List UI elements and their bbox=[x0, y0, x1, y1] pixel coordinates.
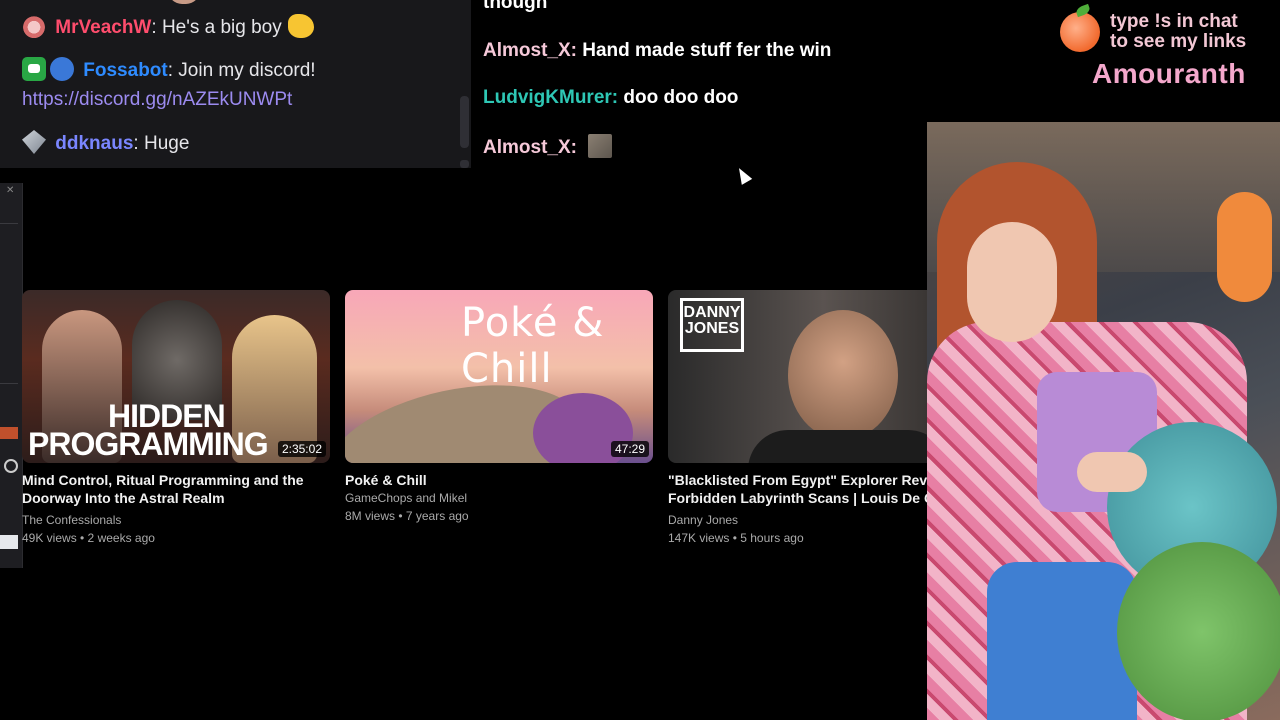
plush-toy bbox=[1217, 192, 1272, 302]
video-title[interactable]: Poké & Chill bbox=[345, 471, 653, 489]
video-duration: 2:35:02 bbox=[277, 441, 326, 457]
video-duration: 47:29 bbox=[610, 441, 649, 457]
chat-username[interactable]: Almost_X: bbox=[483, 137, 577, 158]
chat-text: doo doo doo bbox=[623, 87, 739, 108]
chat-username[interactable]: ddknaus bbox=[55, 133, 133, 154]
chat-message: ddknaus: Huge bbox=[22, 130, 189, 156]
side-panel-strip[interactable]: ✕ bbox=[0, 183, 23, 568]
divider bbox=[0, 223, 18, 224]
video-title-line2[interactable]: Forbidden Labyrinth Scans | Louis De C bbox=[668, 489, 927, 507]
promo-text-line2: to see my links bbox=[1110, 31, 1247, 52]
video-title[interactable]: "Blacklisted From Egypt" Explorer Reve bbox=[668, 471, 927, 489]
chat-text: though bbox=[483, 0, 548, 13]
chat-colon: : bbox=[133, 133, 144, 154]
left-chat-panel: MrVeachW: He's a big boy Fossabot: Join … bbox=[0, 0, 471, 168]
thumbnail-person bbox=[788, 310, 898, 440]
gear-icon[interactable] bbox=[4, 459, 18, 473]
wolf-badge-icon bbox=[22, 14, 46, 38]
chat-username[interactable]: MrVeachW bbox=[55, 17, 151, 38]
channel-logo: DANNY JONES bbox=[680, 298, 744, 352]
crochet-green bbox=[1117, 542, 1280, 720]
gem-badge-icon bbox=[22, 130, 46, 154]
chat-message: Almost_X: Hand made stuff fer the win bbox=[483, 40, 831, 62]
streamer-hand bbox=[1077, 452, 1147, 492]
chat-message: though bbox=[483, 0, 547, 14]
panel-button[interactable] bbox=[0, 535, 18, 549]
emote-image bbox=[588, 134, 613, 158]
video-card[interactable]: DANNY JONES "Blacklisted From Egypt" Exp… bbox=[668, 290, 927, 547]
thumbnail-text: PROGRAMMING bbox=[28, 426, 269, 462]
chat-scrollbar[interactable] bbox=[460, 96, 469, 148]
chat-message: Almost_X: bbox=[483, 134, 613, 159]
discord-link[interactable]: https://discord.gg/nAZEkUNWPt bbox=[22, 89, 292, 110]
video-card[interactable]: HIDDEN PROGRAMMING 2:35:02 Mind Control,… bbox=[22, 290, 330, 547]
chat-message: Fossabot: Join my discord! bbox=[22, 57, 316, 83]
chat-text: Huge bbox=[143, 133, 190, 154]
divider bbox=[0, 383, 18, 384]
streamer-face bbox=[967, 222, 1057, 342]
video-channel[interactable]: Danny Jones bbox=[668, 511, 927, 529]
video-thumbnail[interactable]: DANNY JONES bbox=[668, 290, 927, 463]
chat-message: MrVeachW: He's a big boy bbox=[22, 14, 314, 40]
avatar bbox=[168, 0, 200, 4]
cloud-badge-icon bbox=[50, 57, 74, 81]
record-indicator bbox=[0, 427, 18, 439]
chat-text: Join my discord! bbox=[178, 60, 316, 81]
streamer-name: Amouranth bbox=[1092, 58, 1246, 89]
video-channel[interactable]: GameChops and Mikel bbox=[345, 489, 653, 507]
chat-colon: : bbox=[167, 60, 179, 81]
video-channel[interactable]: The Confessionals bbox=[22, 511, 330, 529]
chat-username[interactable]: Almost_X: bbox=[483, 40, 577, 61]
thumbnail-person-body bbox=[748, 430, 927, 463]
close-icon[interactable]: ✕ bbox=[6, 185, 14, 196]
video-title[interactable]: Mind Control, Ritual Programming and the bbox=[22, 471, 330, 489]
center-chat-panel: though Almost_X: Hand made stuff fer the… bbox=[471, 0, 927, 175]
webcam-feed bbox=[927, 122, 1280, 720]
video-meta: 147K views • 5 hours ago bbox=[668, 531, 804, 545]
chat-message: LudvigKMurer: doo doo doo bbox=[483, 87, 738, 109]
chat-text: Hand made stuff fer the win bbox=[582, 40, 832, 61]
chat-colon: : bbox=[151, 17, 162, 38]
flexed-biceps-icon bbox=[287, 14, 314, 38]
bot-badge-icon bbox=[22, 57, 46, 81]
chat-scrollbar-thumb[interactable] bbox=[460, 160, 469, 168]
video-title-line2[interactable]: Doorway Into the Astral Realm bbox=[22, 489, 330, 507]
video-card[interactable]: Poké & Chill 47:29 Poké & Chill GameChop… bbox=[345, 290, 653, 525]
video-thumbnail[interactable]: Poké & Chill 47:29 bbox=[345, 290, 653, 463]
stream-overlay: type !s in chat to see my links Amourant… bbox=[1056, 8, 1280, 98]
peach-icon bbox=[1060, 12, 1100, 52]
chat-username[interactable]: Fossabot bbox=[83, 60, 167, 81]
thumbnail-text: Poké & Chill bbox=[461, 300, 605, 392]
chat-username[interactable]: LudvigKMurer: bbox=[483, 87, 618, 108]
video-meta: 49K views • 2 weeks ago bbox=[22, 531, 155, 545]
chat-message: https://discord.gg/nAZEkUNWPt bbox=[22, 88, 292, 112]
promo-text-line1: type !s in chat bbox=[1110, 11, 1238, 32]
video-thumbnail[interactable]: HIDDEN PROGRAMMING 2:35:02 bbox=[22, 290, 330, 463]
video-meta: 8M views • 7 years ago bbox=[345, 509, 469, 523]
chat-text: He's a big boy bbox=[161, 17, 282, 38]
pajama-pants bbox=[987, 562, 1137, 720]
